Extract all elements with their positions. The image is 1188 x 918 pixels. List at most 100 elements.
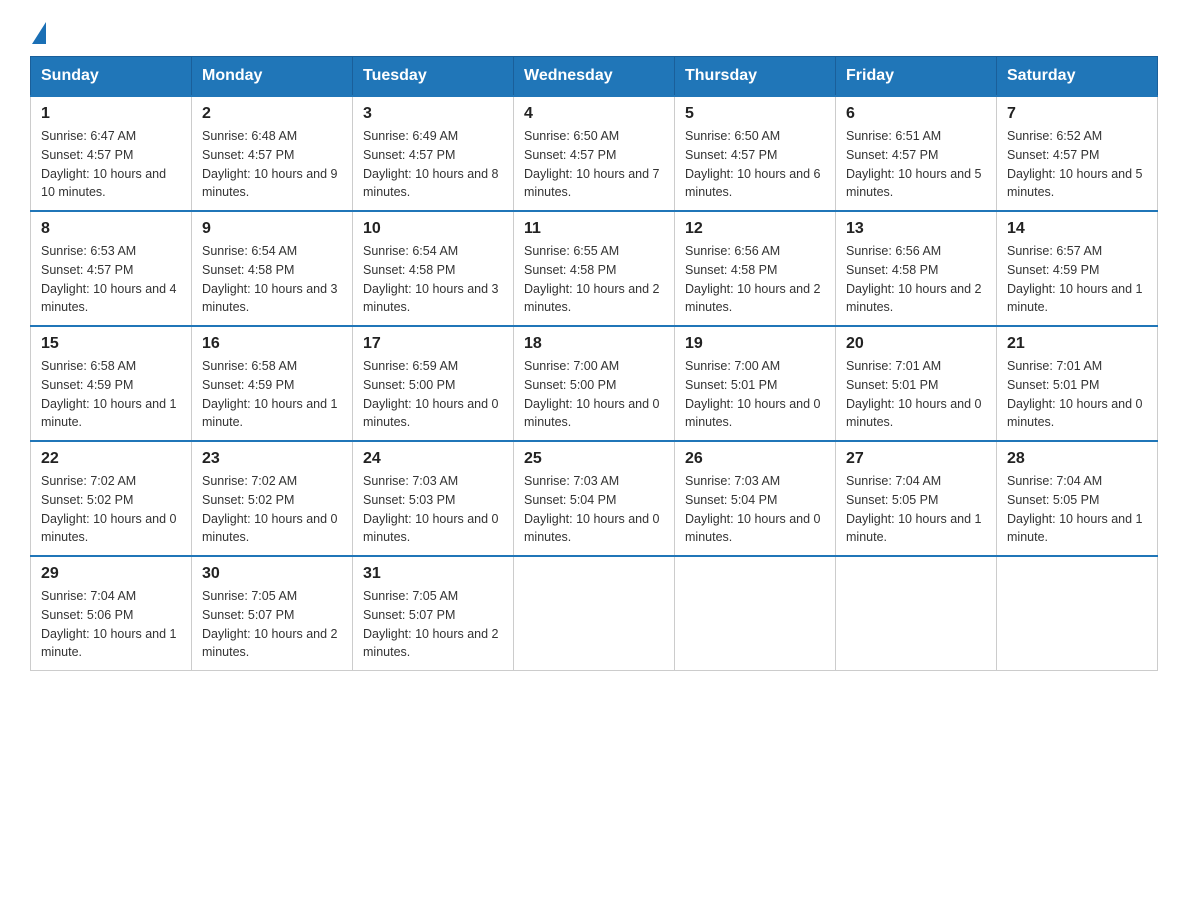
day-info: Sunrise: 7:05 AMSunset: 5:07 PMDaylight:…: [363, 589, 499, 659]
day-number: 2: [202, 105, 342, 123]
calendar-cell: [675, 556, 836, 671]
day-info: Sunrise: 6:59 AMSunset: 5:00 PMDaylight:…: [363, 359, 499, 429]
calendar-cell: 5 Sunrise: 6:50 AMSunset: 4:57 PMDayligh…: [675, 96, 836, 211]
week-row-1: 1 Sunrise: 6:47 AMSunset: 4:57 PMDayligh…: [31, 96, 1158, 211]
calendar-cell: 28 Sunrise: 7:04 AMSunset: 5:05 PMDaylig…: [997, 441, 1158, 556]
day-info: Sunrise: 6:54 AMSunset: 4:58 PMDaylight:…: [202, 244, 338, 314]
day-info: Sunrise: 7:00 AMSunset: 5:01 PMDaylight:…: [685, 359, 821, 429]
calendar-table: SundayMondayTuesdayWednesdayThursdayFrid…: [30, 56, 1158, 671]
calendar-cell: 16 Sunrise: 6:58 AMSunset: 4:59 PMDaylig…: [192, 326, 353, 441]
calendar-cell: 17 Sunrise: 6:59 AMSunset: 5:00 PMDaylig…: [353, 326, 514, 441]
calendar-cell: 6 Sunrise: 6:51 AMSunset: 4:57 PMDayligh…: [836, 96, 997, 211]
day-number: 24: [363, 450, 503, 468]
day-number: 20: [846, 335, 986, 353]
day-number: 31: [363, 565, 503, 583]
day-number: 15: [41, 335, 181, 353]
day-info: Sunrise: 7:03 AMSunset: 5:04 PMDaylight:…: [524, 474, 660, 544]
calendar-cell: 29 Sunrise: 7:04 AMSunset: 5:06 PMDaylig…: [31, 556, 192, 671]
calendar-header-wednesday: Wednesday: [514, 57, 675, 97]
calendar-cell: [836, 556, 997, 671]
day-number: 3: [363, 105, 503, 123]
logo: [30, 20, 46, 36]
day-info: Sunrise: 7:02 AMSunset: 5:02 PMDaylight:…: [202, 474, 338, 544]
day-number: 8: [41, 220, 181, 238]
day-info: Sunrise: 6:53 AMSunset: 4:57 PMDaylight:…: [41, 244, 177, 314]
calendar-cell: 18 Sunrise: 7:00 AMSunset: 5:00 PMDaylig…: [514, 326, 675, 441]
day-info: Sunrise: 7:03 AMSunset: 5:04 PMDaylight:…: [685, 474, 821, 544]
day-info: Sunrise: 7:01 AMSunset: 5:01 PMDaylight:…: [1007, 359, 1143, 429]
day-number: 29: [41, 565, 181, 583]
day-number: 21: [1007, 335, 1147, 353]
calendar-cell: 19 Sunrise: 7:00 AMSunset: 5:01 PMDaylig…: [675, 326, 836, 441]
week-row-3: 15 Sunrise: 6:58 AMSunset: 4:59 PMDaylig…: [31, 326, 1158, 441]
calendar-cell: 25 Sunrise: 7:03 AMSunset: 5:04 PMDaylig…: [514, 441, 675, 556]
calendar-header-row: SundayMondayTuesdayWednesdayThursdayFrid…: [31, 57, 1158, 97]
logo-triangle-icon: [32, 22, 46, 44]
day-number: 19: [685, 335, 825, 353]
calendar-cell: 13 Sunrise: 6:56 AMSunset: 4:58 PMDaylig…: [836, 211, 997, 326]
calendar-cell: 11 Sunrise: 6:55 AMSunset: 4:58 PMDaylig…: [514, 211, 675, 326]
day-info: Sunrise: 6:52 AMSunset: 4:57 PMDaylight:…: [1007, 129, 1143, 199]
day-number: 22: [41, 450, 181, 468]
day-number: 26: [685, 450, 825, 468]
calendar-cell: [997, 556, 1158, 671]
day-number: 18: [524, 335, 664, 353]
day-info: Sunrise: 6:49 AMSunset: 4:57 PMDaylight:…: [363, 129, 499, 199]
day-info: Sunrise: 6:56 AMSunset: 4:58 PMDaylight:…: [846, 244, 982, 314]
calendar-cell: 20 Sunrise: 7:01 AMSunset: 5:01 PMDaylig…: [836, 326, 997, 441]
day-info: Sunrise: 6:47 AMSunset: 4:57 PMDaylight:…: [41, 129, 166, 199]
page-header: [30, 20, 1158, 36]
week-row-2: 8 Sunrise: 6:53 AMSunset: 4:57 PMDayligh…: [31, 211, 1158, 326]
day-number: 17: [363, 335, 503, 353]
day-number: 4: [524, 105, 664, 123]
calendar-cell: 31 Sunrise: 7:05 AMSunset: 5:07 PMDaylig…: [353, 556, 514, 671]
day-info: Sunrise: 6:57 AMSunset: 4:59 PMDaylight:…: [1007, 244, 1143, 314]
day-number: 12: [685, 220, 825, 238]
day-number: 16: [202, 335, 342, 353]
calendar-cell: 27 Sunrise: 7:04 AMSunset: 5:05 PMDaylig…: [836, 441, 997, 556]
day-number: 23: [202, 450, 342, 468]
day-info: Sunrise: 6:50 AMSunset: 4:57 PMDaylight:…: [524, 129, 660, 199]
day-info: Sunrise: 7:03 AMSunset: 5:03 PMDaylight:…: [363, 474, 499, 544]
calendar-cell: 14 Sunrise: 6:57 AMSunset: 4:59 PMDaylig…: [997, 211, 1158, 326]
calendar-cell: [514, 556, 675, 671]
day-number: 1: [41, 105, 181, 123]
calendar-cell: 7 Sunrise: 6:52 AMSunset: 4:57 PMDayligh…: [997, 96, 1158, 211]
day-info: Sunrise: 6:50 AMSunset: 4:57 PMDaylight:…: [685, 129, 821, 199]
calendar-header-thursday: Thursday: [675, 57, 836, 97]
calendar-cell: 8 Sunrise: 6:53 AMSunset: 4:57 PMDayligh…: [31, 211, 192, 326]
day-number: 14: [1007, 220, 1147, 238]
day-number: 7: [1007, 105, 1147, 123]
day-info: Sunrise: 6:51 AMSunset: 4:57 PMDaylight:…: [846, 129, 982, 199]
day-number: 27: [846, 450, 986, 468]
calendar-cell: 3 Sunrise: 6:49 AMSunset: 4:57 PMDayligh…: [353, 96, 514, 211]
day-number: 5: [685, 105, 825, 123]
calendar-cell: 23 Sunrise: 7:02 AMSunset: 5:02 PMDaylig…: [192, 441, 353, 556]
calendar-header-tuesday: Tuesday: [353, 57, 514, 97]
day-info: Sunrise: 7:05 AMSunset: 5:07 PMDaylight:…: [202, 589, 338, 659]
day-info: Sunrise: 6:55 AMSunset: 4:58 PMDaylight:…: [524, 244, 660, 314]
calendar-cell: 2 Sunrise: 6:48 AMSunset: 4:57 PMDayligh…: [192, 96, 353, 211]
day-number: 10: [363, 220, 503, 238]
day-info: Sunrise: 6:58 AMSunset: 4:59 PMDaylight:…: [202, 359, 338, 429]
day-info: Sunrise: 7:04 AMSunset: 5:06 PMDaylight:…: [41, 589, 177, 659]
calendar-header-friday: Friday: [836, 57, 997, 97]
calendar-header-monday: Monday: [192, 57, 353, 97]
day-info: Sunrise: 6:56 AMSunset: 4:58 PMDaylight:…: [685, 244, 821, 314]
calendar-cell: 10 Sunrise: 6:54 AMSunset: 4:58 PMDaylig…: [353, 211, 514, 326]
calendar-cell: 12 Sunrise: 6:56 AMSunset: 4:58 PMDaylig…: [675, 211, 836, 326]
calendar-header-saturday: Saturday: [997, 57, 1158, 97]
week-row-5: 29 Sunrise: 7:04 AMSunset: 5:06 PMDaylig…: [31, 556, 1158, 671]
day-number: 30: [202, 565, 342, 583]
day-info: Sunrise: 7:00 AMSunset: 5:00 PMDaylight:…: [524, 359, 660, 429]
day-number: 11: [524, 220, 664, 238]
calendar-cell: 30 Sunrise: 7:05 AMSunset: 5:07 PMDaylig…: [192, 556, 353, 671]
day-number: 6: [846, 105, 986, 123]
calendar-cell: 21 Sunrise: 7:01 AMSunset: 5:01 PMDaylig…: [997, 326, 1158, 441]
day-info: Sunrise: 6:58 AMSunset: 4:59 PMDaylight:…: [41, 359, 177, 429]
calendar-cell: 1 Sunrise: 6:47 AMSunset: 4:57 PMDayligh…: [31, 96, 192, 211]
calendar-cell: 22 Sunrise: 7:02 AMSunset: 5:02 PMDaylig…: [31, 441, 192, 556]
day-info: Sunrise: 7:04 AMSunset: 5:05 PMDaylight:…: [1007, 474, 1143, 544]
day-info: Sunrise: 6:48 AMSunset: 4:57 PMDaylight:…: [202, 129, 338, 199]
week-row-4: 22 Sunrise: 7:02 AMSunset: 5:02 PMDaylig…: [31, 441, 1158, 556]
